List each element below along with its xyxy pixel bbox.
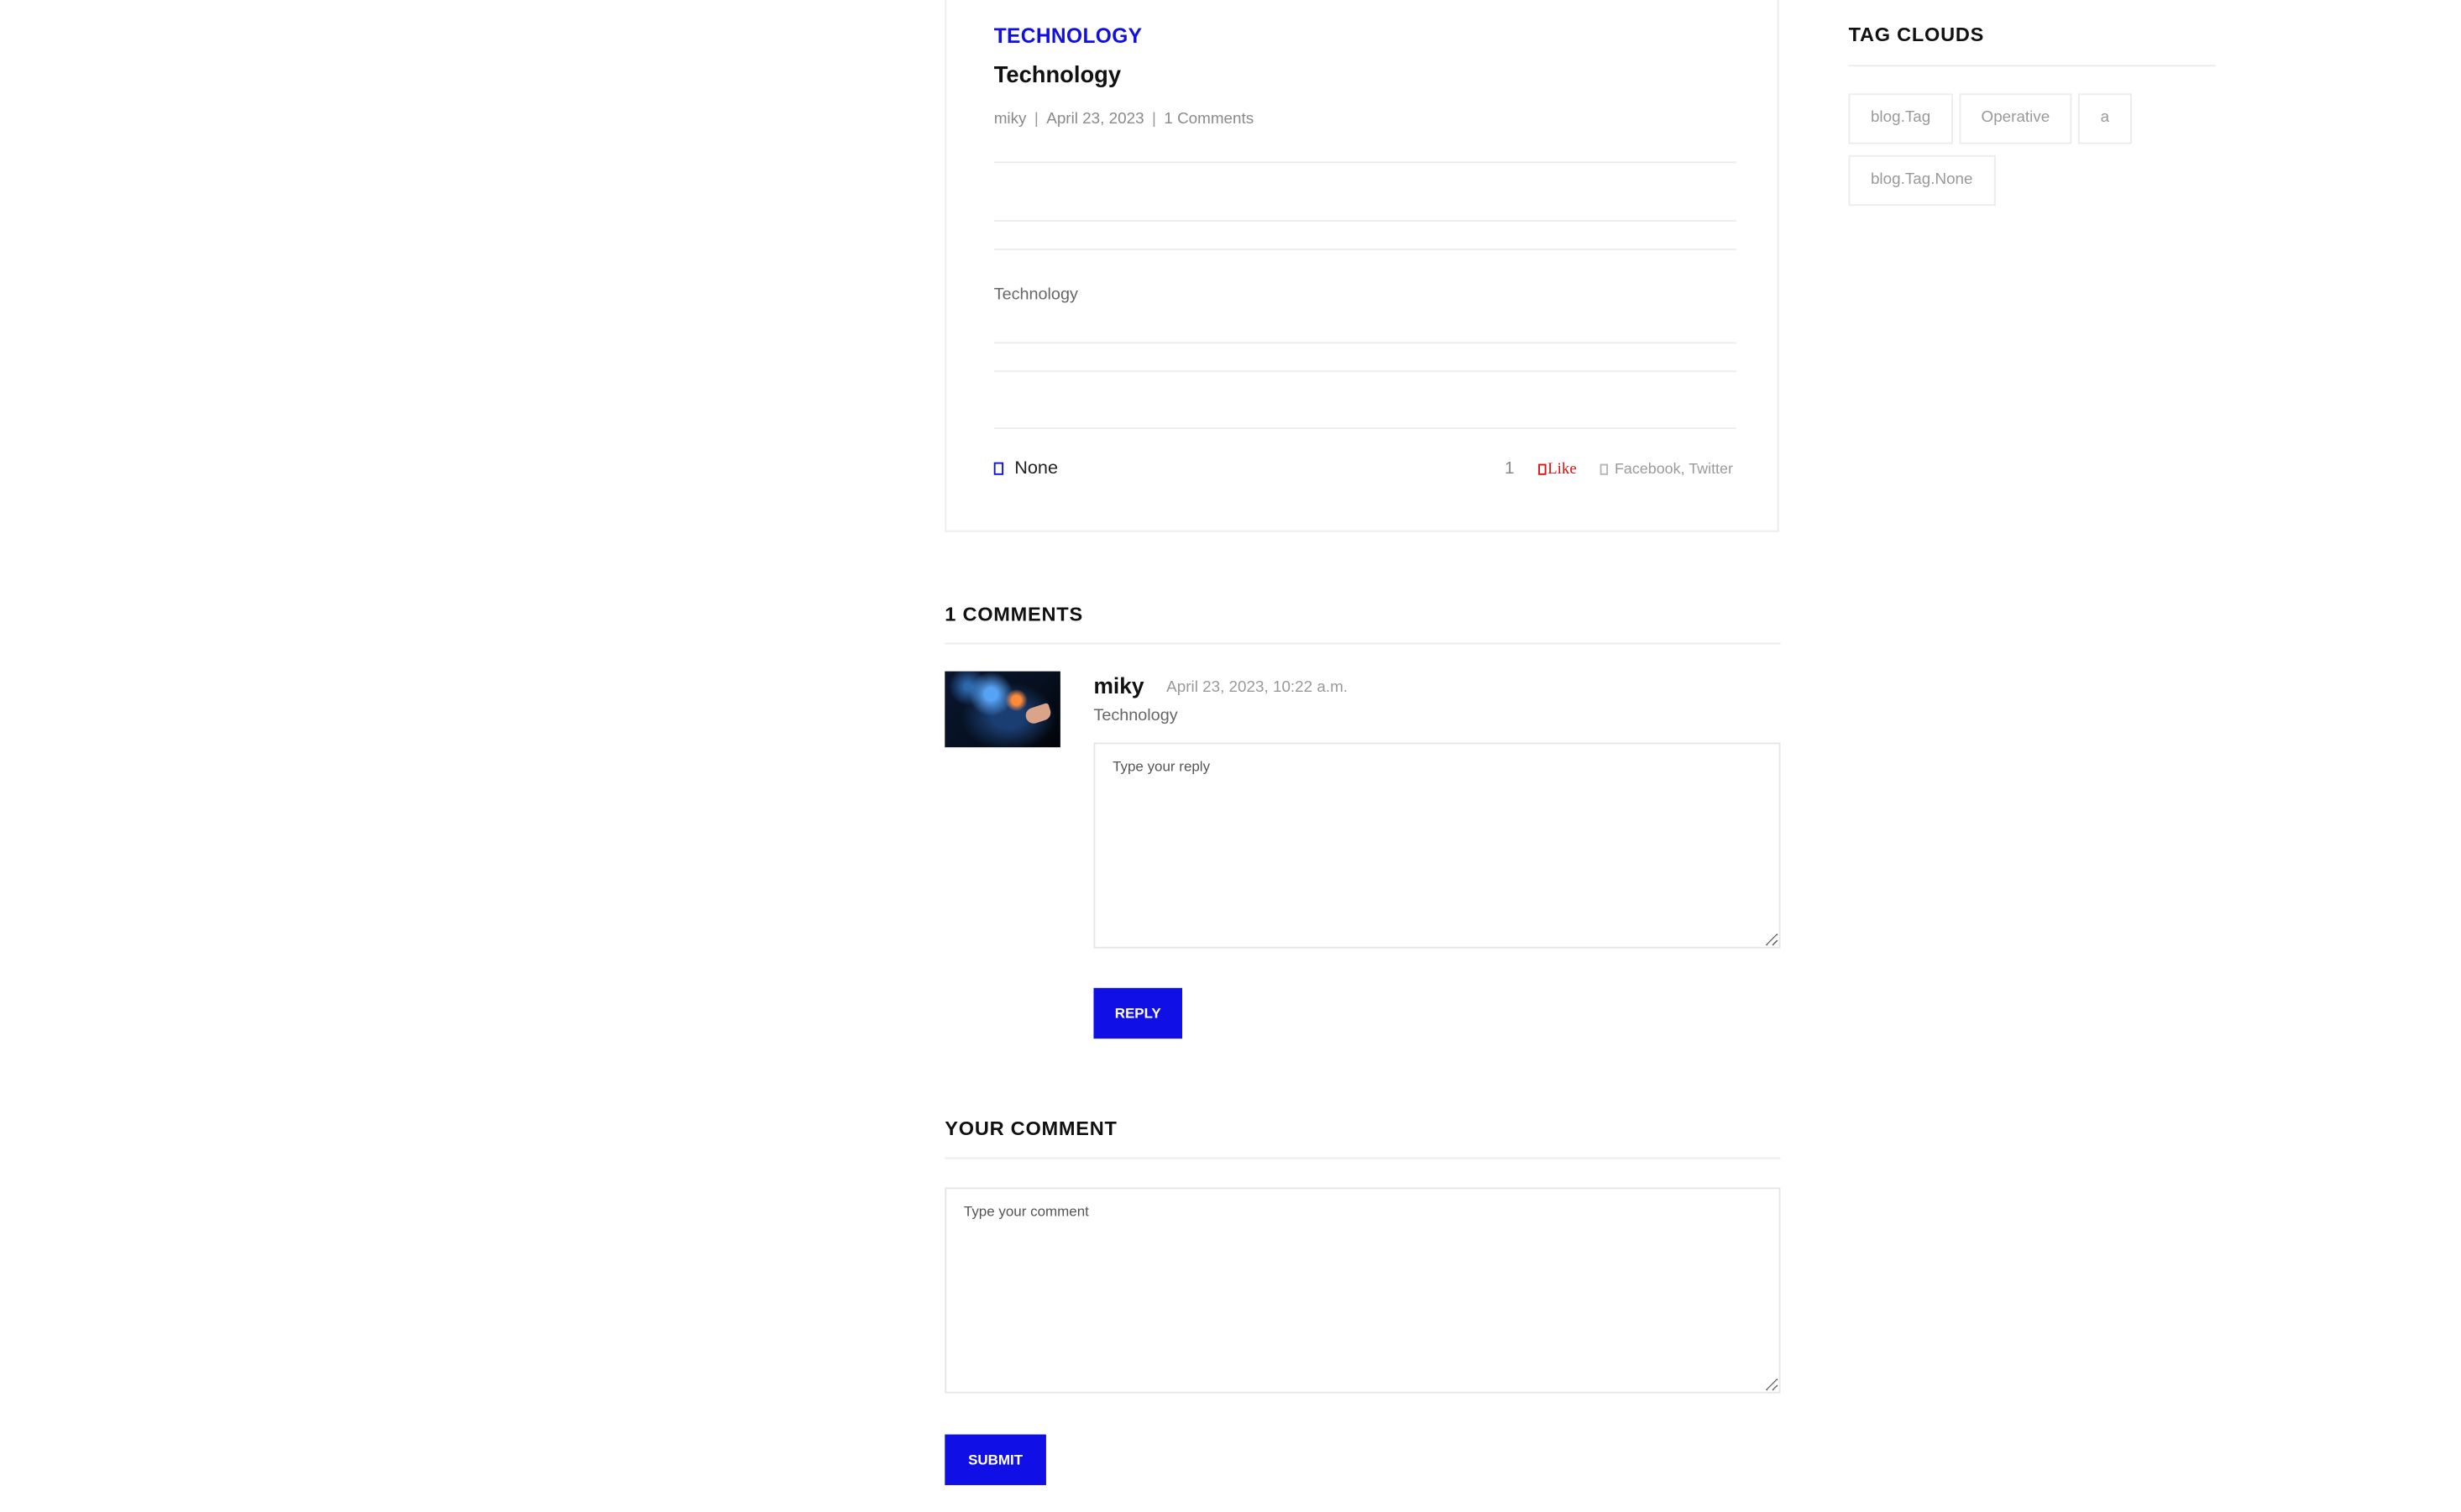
post-date: April 23, 2023 — [1046, 111, 1144, 128]
post-body: Technology — [993, 285, 1078, 305]
divider — [1848, 65, 2216, 67]
post-tags: None — [993, 459, 1058, 479]
tag-chip[interactable]: Operative — [1959, 93, 2072, 144]
comment-input[interactable] — [945, 1187, 1781, 1394]
comment-author: miky — [1093, 672, 1144, 698]
your-comment-heading: YOUR COMMENT — [945, 1117, 1118, 1140]
tag-chip[interactable]: a — [2078, 93, 2132, 144]
heart-icon — [1537, 463, 1547, 474]
divider — [945, 1157, 1781, 1159]
reply-button[interactable]: REPLY — [1093, 987, 1183, 1039]
avatar-hand — [1024, 702, 1053, 726]
divider — [993, 220, 1736, 222]
meta-separator: | — [1034, 111, 1039, 128]
share-icon — [1600, 463, 1609, 474]
comment-date: April 23, 2023, 10:22 a.m. — [1166, 679, 1348, 697]
blog-post-page: TECHNOLOGY Technology miky | April 23, 202… — [0, 0, 2461, 1512]
tag-chip[interactable]: blog.Tag — [1848, 93, 1953, 144]
post-comment-count[interactable]: 1 Comments — [1164, 111, 1254, 128]
divider — [993, 161, 1736, 164]
post-tags-label[interactable]: None — [1014, 459, 1058, 479]
divider — [945, 642, 1781, 645]
article-card: TECHNOLOGY Technology miky | April 23, 202… — [945, 0, 1779, 532]
tag-icon — [993, 462, 1004, 475]
divider — [993, 249, 1736, 250]
category-link[interactable]: TECHNOLOGY — [994, 24, 1143, 47]
post-title: Technology — [993, 63, 1122, 89]
reply-input[interactable] — [1093, 742, 1781, 949]
tag-clouds-heading: TAG CLOUDS — [1848, 24, 1985, 46]
comment-text: Technology — [1093, 706, 1178, 725]
comment-avatar — [945, 671, 1060, 748]
divider — [993, 427, 1736, 430]
divider — [993, 370, 1736, 373]
post-actions: 1 Like Facebook, Twitter — [1505, 459, 1733, 479]
share-links[interactable]: Facebook, Twitter — [1615, 460, 1733, 478]
divider — [993, 342, 1736, 344]
like-button[interactable]: Like — [1537, 459, 1577, 478]
post-meta: miky | April 23, 2023 | 1 Comments — [994, 111, 1254, 128]
tag-cloud: blog.Tag Operative a blog.Tag.None — [1848, 93, 2228, 217]
meta-separator: | — [1152, 111, 1156, 128]
tag-chip[interactable]: blog.Tag.None — [1848, 154, 1995, 207]
like-label: Like — [1547, 459, 1577, 478]
submit-button[interactable]: SUBMIT — [945, 1434, 1046, 1485]
post-author[interactable]: miky — [994, 111, 1027, 128]
like-count: 1 — [1505, 458, 1515, 479]
comments-heading: 1 COMMENTS — [945, 603, 1083, 625]
